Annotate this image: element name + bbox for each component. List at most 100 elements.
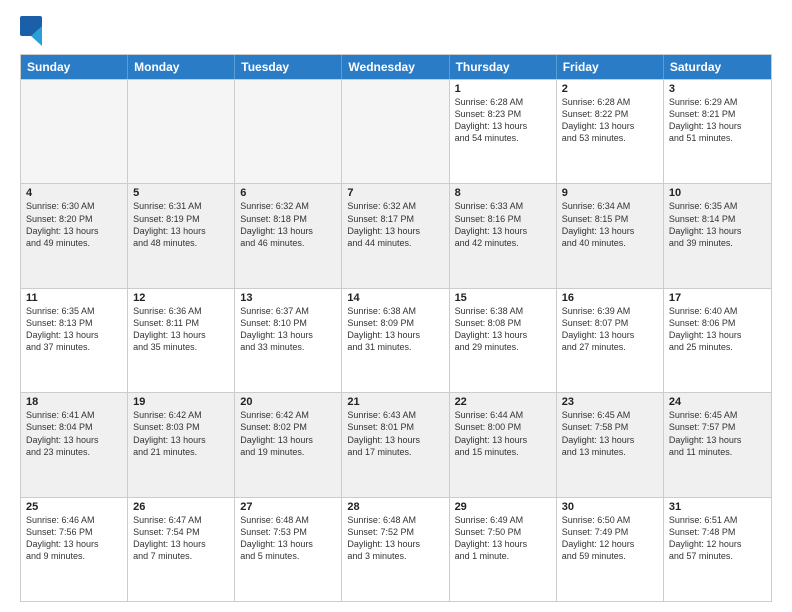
day-info: Sunrise: 6:47 AM Sunset: 7:54 PM Dayligh… xyxy=(133,514,229,563)
day-info: Sunrise: 6:42 AM Sunset: 8:02 PM Dayligh… xyxy=(240,409,336,458)
day-number: 9 xyxy=(562,187,658,199)
calendar-cell xyxy=(21,80,128,183)
day-info: Sunrise: 6:51 AM Sunset: 7:48 PM Dayligh… xyxy=(669,514,766,563)
day-info: Sunrise: 6:45 AM Sunset: 7:57 PM Dayligh… xyxy=(669,409,766,458)
day-number: 6 xyxy=(240,187,336,199)
weekday-header: Friday xyxy=(557,55,664,79)
day-number: 31 xyxy=(669,501,766,513)
calendar-row: 25Sunrise: 6:46 AM Sunset: 7:56 PM Dayli… xyxy=(21,497,771,601)
day-info: Sunrise: 6:33 AM Sunset: 8:16 PM Dayligh… xyxy=(455,200,551,249)
calendar-cell: 24Sunrise: 6:45 AM Sunset: 7:57 PM Dayli… xyxy=(664,393,771,496)
day-info: Sunrise: 6:37 AM Sunset: 8:10 PM Dayligh… xyxy=(240,305,336,354)
day-number: 1 xyxy=(455,83,551,95)
day-info: Sunrise: 6:35 AM Sunset: 8:14 PM Dayligh… xyxy=(669,200,766,249)
day-number: 14 xyxy=(347,292,443,304)
calendar-cell: 23Sunrise: 6:45 AM Sunset: 7:58 PM Dayli… xyxy=(557,393,664,496)
day-info: Sunrise: 6:30 AM Sunset: 8:20 PM Dayligh… xyxy=(26,200,122,249)
calendar-row: 11Sunrise: 6:35 AM Sunset: 8:13 PM Dayli… xyxy=(21,288,771,392)
day-number: 13 xyxy=(240,292,336,304)
calendar-cell: 3Sunrise: 6:29 AM Sunset: 8:21 PM Daylig… xyxy=(664,80,771,183)
day-info: Sunrise: 6:39 AM Sunset: 8:07 PM Dayligh… xyxy=(562,305,658,354)
day-info: Sunrise: 6:44 AM Sunset: 8:00 PM Dayligh… xyxy=(455,409,551,458)
day-number: 16 xyxy=(562,292,658,304)
day-info: Sunrise: 6:48 AM Sunset: 7:52 PM Dayligh… xyxy=(347,514,443,563)
day-number: 4 xyxy=(26,187,122,199)
calendar-cell: 1Sunrise: 6:28 AM Sunset: 8:23 PM Daylig… xyxy=(450,80,557,183)
calendar-cell: 6Sunrise: 6:32 AM Sunset: 8:18 PM Daylig… xyxy=(235,184,342,287)
day-info: Sunrise: 6:36 AM Sunset: 8:11 PM Dayligh… xyxy=(133,305,229,354)
calendar-cell: 12Sunrise: 6:36 AM Sunset: 8:11 PM Dayli… xyxy=(128,289,235,392)
day-number: 7 xyxy=(347,187,443,199)
calendar-cell xyxy=(128,80,235,183)
calendar-cell xyxy=(235,80,342,183)
logo xyxy=(20,16,46,46)
calendar-cell: 13Sunrise: 6:37 AM Sunset: 8:10 PM Dayli… xyxy=(235,289,342,392)
calendar-cell: 2Sunrise: 6:28 AM Sunset: 8:22 PM Daylig… xyxy=(557,80,664,183)
day-info: Sunrise: 6:31 AM Sunset: 8:19 PM Dayligh… xyxy=(133,200,229,249)
day-number: 10 xyxy=(669,187,766,199)
calendar: SundayMondayTuesdayWednesdayThursdayFrid… xyxy=(20,54,772,602)
day-info: Sunrise: 6:38 AM Sunset: 8:08 PM Dayligh… xyxy=(455,305,551,354)
day-info: Sunrise: 6:48 AM Sunset: 7:53 PM Dayligh… xyxy=(240,514,336,563)
day-number: 30 xyxy=(562,501,658,513)
day-number: 5 xyxy=(133,187,229,199)
day-number: 27 xyxy=(240,501,336,513)
day-number: 29 xyxy=(455,501,551,513)
day-number: 24 xyxy=(669,396,766,408)
calendar-row: 18Sunrise: 6:41 AM Sunset: 8:04 PM Dayli… xyxy=(21,392,771,496)
day-info: Sunrise: 6:32 AM Sunset: 8:18 PM Dayligh… xyxy=(240,200,336,249)
day-number: 17 xyxy=(669,292,766,304)
calendar-cell xyxy=(342,80,449,183)
day-number: 20 xyxy=(240,396,336,408)
day-number: 8 xyxy=(455,187,551,199)
day-info: Sunrise: 6:29 AM Sunset: 8:21 PM Dayligh… xyxy=(669,96,766,145)
weekday-header: Tuesday xyxy=(235,55,342,79)
day-number: 21 xyxy=(347,396,443,408)
calendar-cell: 31Sunrise: 6:51 AM Sunset: 7:48 PM Dayli… xyxy=(664,498,771,601)
calendar-body: 1Sunrise: 6:28 AM Sunset: 8:23 PM Daylig… xyxy=(21,79,771,601)
calendar-cell: 16Sunrise: 6:39 AM Sunset: 8:07 PM Dayli… xyxy=(557,289,664,392)
calendar-cell: 27Sunrise: 6:48 AM Sunset: 7:53 PM Dayli… xyxy=(235,498,342,601)
day-info: Sunrise: 6:49 AM Sunset: 7:50 PM Dayligh… xyxy=(455,514,551,563)
day-info: Sunrise: 6:28 AM Sunset: 8:23 PM Dayligh… xyxy=(455,96,551,145)
day-number: 15 xyxy=(455,292,551,304)
day-info: Sunrise: 6:40 AM Sunset: 8:06 PM Dayligh… xyxy=(669,305,766,354)
day-number: 19 xyxy=(133,396,229,408)
calendar-row: 4Sunrise: 6:30 AM Sunset: 8:20 PM Daylig… xyxy=(21,183,771,287)
day-info: Sunrise: 6:46 AM Sunset: 7:56 PM Dayligh… xyxy=(26,514,122,563)
day-number: 18 xyxy=(26,396,122,408)
calendar-cell: 14Sunrise: 6:38 AM Sunset: 8:09 PM Dayli… xyxy=(342,289,449,392)
weekday-header: Saturday xyxy=(664,55,771,79)
calendar-cell: 29Sunrise: 6:49 AM Sunset: 7:50 PM Dayli… xyxy=(450,498,557,601)
day-info: Sunrise: 6:38 AM Sunset: 8:09 PM Dayligh… xyxy=(347,305,443,354)
day-number: 25 xyxy=(26,501,122,513)
day-info: Sunrise: 6:43 AM Sunset: 8:01 PM Dayligh… xyxy=(347,409,443,458)
weekday-header: Sunday xyxy=(21,55,128,79)
day-info: Sunrise: 6:32 AM Sunset: 8:17 PM Dayligh… xyxy=(347,200,443,249)
calendar-cell: 17Sunrise: 6:40 AM Sunset: 8:06 PM Dayli… xyxy=(664,289,771,392)
day-info: Sunrise: 6:28 AM Sunset: 8:22 PM Dayligh… xyxy=(562,96,658,145)
calendar-cell: 25Sunrise: 6:46 AM Sunset: 7:56 PM Dayli… xyxy=(21,498,128,601)
calendar-cell: 10Sunrise: 6:35 AM Sunset: 8:14 PM Dayli… xyxy=(664,184,771,287)
calendar-cell: 4Sunrise: 6:30 AM Sunset: 8:20 PM Daylig… xyxy=(21,184,128,287)
weekday-header: Monday xyxy=(128,55,235,79)
day-number: 22 xyxy=(455,396,551,408)
calendar-cell: 26Sunrise: 6:47 AM Sunset: 7:54 PM Dayli… xyxy=(128,498,235,601)
calendar-cell: 8Sunrise: 6:33 AM Sunset: 8:16 PM Daylig… xyxy=(450,184,557,287)
day-info: Sunrise: 6:42 AM Sunset: 8:03 PM Dayligh… xyxy=(133,409,229,458)
day-info: Sunrise: 6:45 AM Sunset: 7:58 PM Dayligh… xyxy=(562,409,658,458)
weekday-header: Wednesday xyxy=(342,55,449,79)
header xyxy=(20,16,772,46)
logo-icon xyxy=(20,16,42,46)
day-number: 26 xyxy=(133,501,229,513)
calendar-header: SundayMondayTuesdayWednesdayThursdayFrid… xyxy=(21,55,771,79)
calendar-cell: 28Sunrise: 6:48 AM Sunset: 7:52 PM Dayli… xyxy=(342,498,449,601)
calendar-cell: 30Sunrise: 6:50 AM Sunset: 7:49 PM Dayli… xyxy=(557,498,664,601)
day-info: Sunrise: 6:50 AM Sunset: 7:49 PM Dayligh… xyxy=(562,514,658,563)
day-number: 28 xyxy=(347,501,443,513)
day-number: 2 xyxy=(562,83,658,95)
day-number: 11 xyxy=(26,292,122,304)
calendar-cell: 18Sunrise: 6:41 AM Sunset: 8:04 PM Dayli… xyxy=(21,393,128,496)
day-info: Sunrise: 6:34 AM Sunset: 8:15 PM Dayligh… xyxy=(562,200,658,249)
page: SundayMondayTuesdayWednesdayThursdayFrid… xyxy=(0,0,792,612)
